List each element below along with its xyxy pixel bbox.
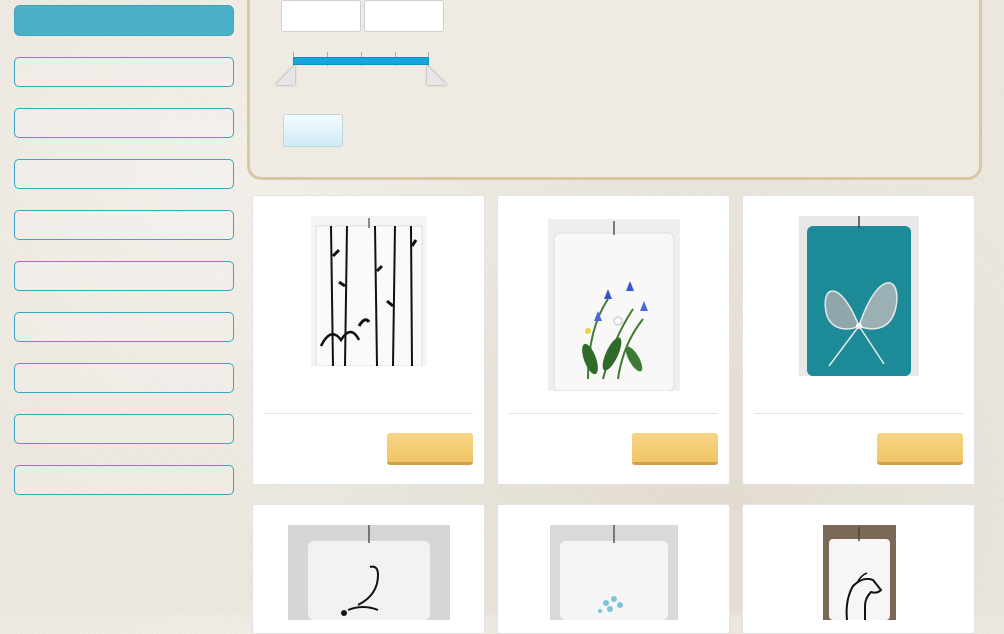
product-card[interactable] [497, 195, 730, 485]
sidebar-item-6[interactable] [14, 312, 234, 342]
product-image-blue-flower-candle[interactable] [548, 219, 680, 391]
sidebar-header[interactable] [14, 5, 234, 36]
sidebar-item-7[interactable] [14, 363, 234, 393]
card-divider [509, 413, 718, 414]
price-range-slider[interactable] [293, 57, 429, 65]
product-image-swan-candle[interactable] [288, 525, 450, 620]
sidebar-item-9[interactable] [14, 465, 234, 495]
apply-filter-button[interactable] [283, 114, 343, 147]
slider-max-handle[interactable] [427, 65, 447, 85]
product-image-teal-butterfly-candle[interactable] [799, 216, 919, 376]
product-image-birch-candle[interactable] [311, 216, 427, 366]
card-divider [754, 413, 963, 414]
product-card[interactable] [742, 195, 975, 485]
sidebar-item-2[interactable] [14, 108, 234, 138]
sidebar-item-1[interactable] [14, 57, 234, 87]
sidebar-item-4[interactable] [14, 210, 234, 240]
sidebar-item-5[interactable] [14, 261, 234, 291]
sidebar-item-3[interactable] [14, 159, 234, 189]
price-filter-panel [247, 0, 982, 180]
add-to-cart-button[interactable] [387, 433, 473, 465]
price-max-input[interactable] [364, 0, 444, 32]
category-sidebar [14, 5, 234, 495]
add-to-cart-button[interactable] [877, 433, 963, 465]
sidebar-item-8[interactable] [14, 414, 234, 444]
product-image-light-flower-candle[interactable] [550, 525, 678, 620]
price-min-input[interactable] [281, 0, 361, 32]
product-card[interactable] [252, 195, 485, 485]
card-divider [264, 413, 473, 414]
add-to-cart-button[interactable] [632, 433, 718, 465]
product-image-horse-candle[interactable] [823, 525, 896, 620]
slider-min-handle[interactable] [275, 65, 295, 85]
